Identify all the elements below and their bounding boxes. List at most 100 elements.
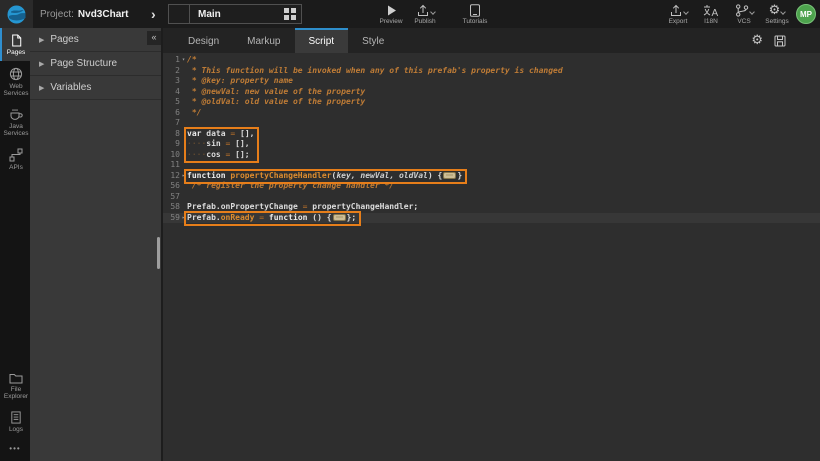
code-line: 11	[163, 160, 820, 171]
folded-code-widget[interactable]	[443, 172, 456, 179]
code-text: ····sin = [],	[187, 139, 250, 150]
line-number: 10	[163, 150, 180, 161]
chevron-down-icon	[749, 9, 755, 15]
code-text: ····cos = [];	[187, 150, 250, 161]
sidebar-item-apis[interactable]: APIs	[0, 142, 30, 176]
sidebar-item-logs[interactable]: Logs	[0, 405, 30, 438]
vcs-button[interactable]: VCS	[731, 0, 757, 28]
fold-closed-icon[interactable]: ▸	[180, 213, 187, 224]
page-icon	[169, 5, 190, 23]
project-name: Nvd3Chart	[78, 9, 129, 20]
panel-collapse-button[interactable]: «	[147, 31, 161, 45]
panel-scrollbar-thumb[interactable]	[157, 237, 160, 269]
panel-section-label: Page Structure	[50, 58, 117, 69]
tab-script[interactable]: Script	[295, 28, 349, 53]
code-text: * @oldVal: old value of the property	[187, 97, 365, 108]
fold-gutter	[180, 87, 187, 98]
sidebar-overflow-menu[interactable]: •••	[0, 438, 30, 461]
line-number: 56	[163, 181, 180, 192]
code-text: * @newVal: new value of the property	[187, 87, 365, 98]
vcs-icon	[735, 4, 749, 17]
script-editor: DesignMarkupScriptStyle ⚙ 1▾/*2 * This f…	[163, 28, 820, 461]
code-area[interactable]: 1▾/*2 * This function will be invoked wh…	[163, 53, 820, 461]
tab-design[interactable]: Design	[174, 28, 233, 53]
code-line: 7	[163, 118, 820, 129]
line-number: 12	[163, 171, 180, 182]
code-line: 6 */	[163, 108, 820, 119]
button-label: Export	[669, 18, 688, 25]
chevron-down-icon	[430, 9, 436, 15]
panel-section-label: Variables	[50, 82, 91, 93]
line-number: 58	[163, 202, 180, 213]
code-line: 4 * @newVal: new value of the property	[163, 87, 820, 98]
logo-icon	[7, 5, 26, 24]
editor-tabbar-actions: ⚙	[751, 28, 786, 53]
fold-gutter	[180, 192, 187, 203]
breadcrumb-chevron-icon: ›	[151, 5, 163, 23]
code-line: 2 * This function will be invoked when a…	[163, 66, 820, 77]
settings-button[interactable]: ⚙Settings	[764, 0, 790, 28]
code-text: /* register the property change handler …	[187, 181, 394, 192]
app-grid-icon[interactable]	[284, 8, 296, 20]
fold-gutter	[180, 97, 187, 108]
play-icon	[385, 4, 398, 17]
tab-style[interactable]: Style	[348, 28, 398, 53]
svg-text:A: A	[712, 8, 719, 17]
folder-icon	[9, 372, 23, 384]
fold-gutter	[180, 160, 187, 171]
fold-open-icon[interactable]: ▾	[180, 55, 187, 66]
fold-gutter	[180, 76, 187, 87]
code-line: 59▸Prefab.onReady = function () {};	[163, 213, 820, 224]
fold-gutter	[180, 66, 187, 77]
button-label: Settings	[765, 18, 789, 25]
code-line: 57	[163, 192, 820, 203]
sidebar-item-java-services[interactable]: Java Services	[0, 102, 30, 142]
button-label: Tutorials	[463, 18, 488, 25]
save-script-icon[interactable]	[774, 35, 786, 47]
sidebar-item-label: Web Services	[2, 83, 30, 97]
topbar-secondary-actions: Export AI18N VCS ⚙Settings	[665, 0, 790, 28]
tab-markup[interactable]: Markup	[233, 28, 294, 53]
export-button[interactable]: Export	[665, 0, 691, 28]
line-number: 57	[163, 192, 180, 203]
code-line: 9····sin = [],	[163, 139, 820, 150]
sidebar-item-file-explorer[interactable]: File Explorer	[0, 366, 30, 405]
folded-code-widget[interactable]	[333, 214, 346, 221]
logs-icon	[10, 411, 22, 424]
line-number: 1	[163, 55, 180, 66]
panel-section-page-structure[interactable]: ▶Page Structure	[30, 52, 161, 76]
preview-button[interactable]: Preview	[378, 0, 404, 28]
sidebar-item-web-services[interactable]: Web Services	[0, 61, 30, 102]
left-sidebar: Pages Web Services Java ServicesAPIs File E…	[0, 28, 30, 461]
top-bar: Project: Nvd3Chart › Main PreviewPublish…	[0, 0, 820, 28]
code-line: 56 /* register the property change handl…	[163, 181, 820, 192]
i18n-icon: A	[703, 4, 719, 17]
panel-section-label: Pages	[50, 34, 78, 45]
editor-settings-gear-icon[interactable]: ⚙	[751, 34, 763, 47]
editor-tab-bar: DesignMarkupScriptStyle ⚙	[163, 28, 820, 53]
coffee-icon	[9, 108, 23, 121]
wavemaker-logo[interactable]	[0, 0, 33, 28]
tutorials-icon	[469, 4, 481, 17]
upload-icon	[669, 4, 683, 17]
panel-section-variables[interactable]: ▶Variables	[30, 76, 161, 100]
publish-button[interactable]: Publish	[412, 0, 438, 28]
sidebar-item-pages[interactable]: Pages	[0, 28, 30, 61]
button-label: Preview	[379, 18, 402, 25]
panel-section-pages[interactable]: ▶Pages	[30, 28, 161, 52]
fold-closed-icon[interactable]: ▸	[180, 171, 187, 182]
chevron-down-icon	[683, 9, 689, 15]
user-avatar[interactable]: MP	[796, 4, 816, 24]
line-number: 8	[163, 129, 180, 140]
page-icon	[11, 34, 22, 47]
code-line: 8var data = [],	[163, 129, 820, 140]
i18n-button[interactable]: AI18N	[698, 0, 724, 28]
button-label: VCS	[737, 18, 750, 25]
code-text: * @key: property name	[187, 76, 293, 87]
code-text: */	[187, 108, 201, 119]
tutorials-button[interactable]: Tutorials	[462, 0, 488, 28]
line-number: 5	[163, 97, 180, 108]
upload-icon	[416, 4, 430, 17]
page-selector-dropdown[interactable]: Main	[168, 4, 302, 24]
sidebar-item-label: Pages	[7, 49, 25, 56]
